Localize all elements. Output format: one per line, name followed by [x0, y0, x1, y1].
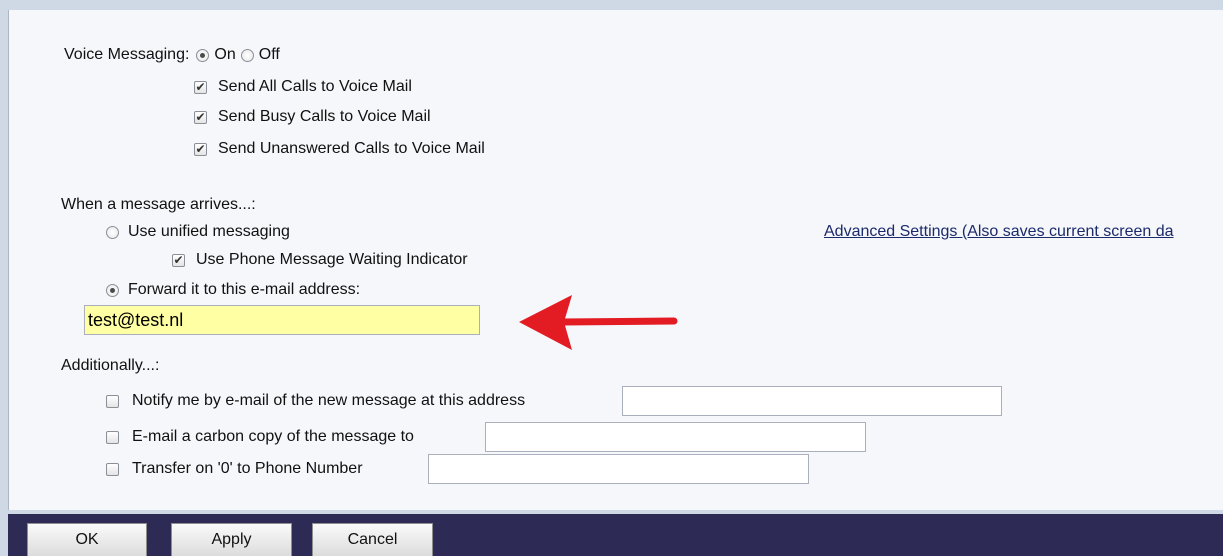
mwi-row[interactable]: ✔ Use Phone Message Waiting Indicator [172, 251, 468, 269]
button-bar: OK Apply Cancel [8, 514, 1223, 556]
send-all-calls-row[interactable]: ✔ Send All Calls to Voice Mail [194, 78, 412, 96]
transfer-zero-label: Transfer on '0' to Phone Number [132, 460, 363, 477]
voice-messaging-off-label: Off [258, 46, 280, 63]
carbon-copy-input[interactable] [485, 422, 866, 452]
message-arrives-label: When a message arrives...: [61, 196, 256, 213]
settings-panel: Voice Messaging: On Off ✔ Send All Calls… [8, 10, 1223, 510]
voice-messaging-row: Voice Messaging: On Off [64, 46, 280, 64]
voice-messaging-on-label: On [214, 46, 236, 63]
message-arrives-heading: When a message arrives...: [61, 196, 256, 214]
send-unanswered-calls-label: Send Unanswered Calls to Voice Mail [218, 140, 485, 157]
send-busy-calls-label: Send Busy Calls to Voice Mail [218, 108, 431, 125]
additionally-label: Additionally...: [61, 357, 160, 374]
notify-email-checkbox[interactable] [106, 394, 119, 408]
carbon-copy-label: E-mail a carbon copy of the message to [132, 428, 414, 445]
send-unanswered-calls-row[interactable]: ✔ Send Unanswered Calls to Voice Mail [194, 140, 485, 158]
notify-email-label: Notify me by e-mail of the new message a… [132, 392, 526, 409]
ok-button[interactable]: OK [27, 523, 147, 556]
advanced-settings-link[interactable]: Advanced Settings (Also saves current sc… [824, 223, 1174, 241]
carbon-copy-row[interactable]: E-mail a carbon copy of the message to [106, 428, 414, 446]
transfer-zero-input[interactable] [428, 454, 809, 484]
forward-email-input[interactable] [84, 305, 480, 335]
notify-email-row[interactable]: Notify me by e-mail of the new message a… [106, 392, 525, 410]
send-all-calls-label: Send All Calls to Voice Mail [218, 78, 412, 95]
voice-messaging-on-radio[interactable] [196, 48, 210, 62]
transfer-zero-checkbox[interactable] [106, 462, 119, 476]
send-unanswered-calls-checkbox[interactable]: ✔ [194, 142, 207, 156]
mwi-checkbox[interactable]: ✔ [172, 253, 185, 267]
send-busy-calls-checkbox[interactable]: ✔ [194, 110, 207, 124]
forward-email-radio[interactable] [106, 283, 119, 297]
mwi-label: Use Phone Message Waiting Indicator [196, 251, 468, 268]
additionally-heading: Additionally...: [61, 357, 159, 375]
unified-messaging-row[interactable]: Use unified messaging [106, 223, 290, 241]
notify-email-input[interactable] [622, 386, 1002, 416]
voice-messaging-off-radio[interactable] [240, 48, 254, 62]
unified-messaging-radio[interactable] [106, 225, 119, 239]
unified-messaging-label: Use unified messaging [128, 223, 290, 240]
send-all-calls-checkbox[interactable]: ✔ [194, 80, 207, 94]
carbon-copy-checkbox[interactable] [106, 430, 119, 444]
voice-messaging-label: Voice Messaging: [64, 46, 190, 63]
forward-email-label: Forward it to this e-mail address: [128, 281, 361, 298]
send-busy-calls-row[interactable]: ✔ Send Busy Calls to Voice Mail [194, 108, 431, 126]
arrow-shaft [558, 317, 678, 326]
red-arrow-annotation [519, 295, 678, 350]
transfer-zero-row[interactable]: Transfer on '0' to Phone Number [106, 460, 363, 478]
apply-button[interactable]: Apply [171, 523, 292, 556]
forward-email-row[interactable]: Forward it to this e-mail address: [106, 281, 360, 299]
arrow-head [519, 295, 572, 350]
cancel-button[interactable]: Cancel [312, 523, 433, 556]
